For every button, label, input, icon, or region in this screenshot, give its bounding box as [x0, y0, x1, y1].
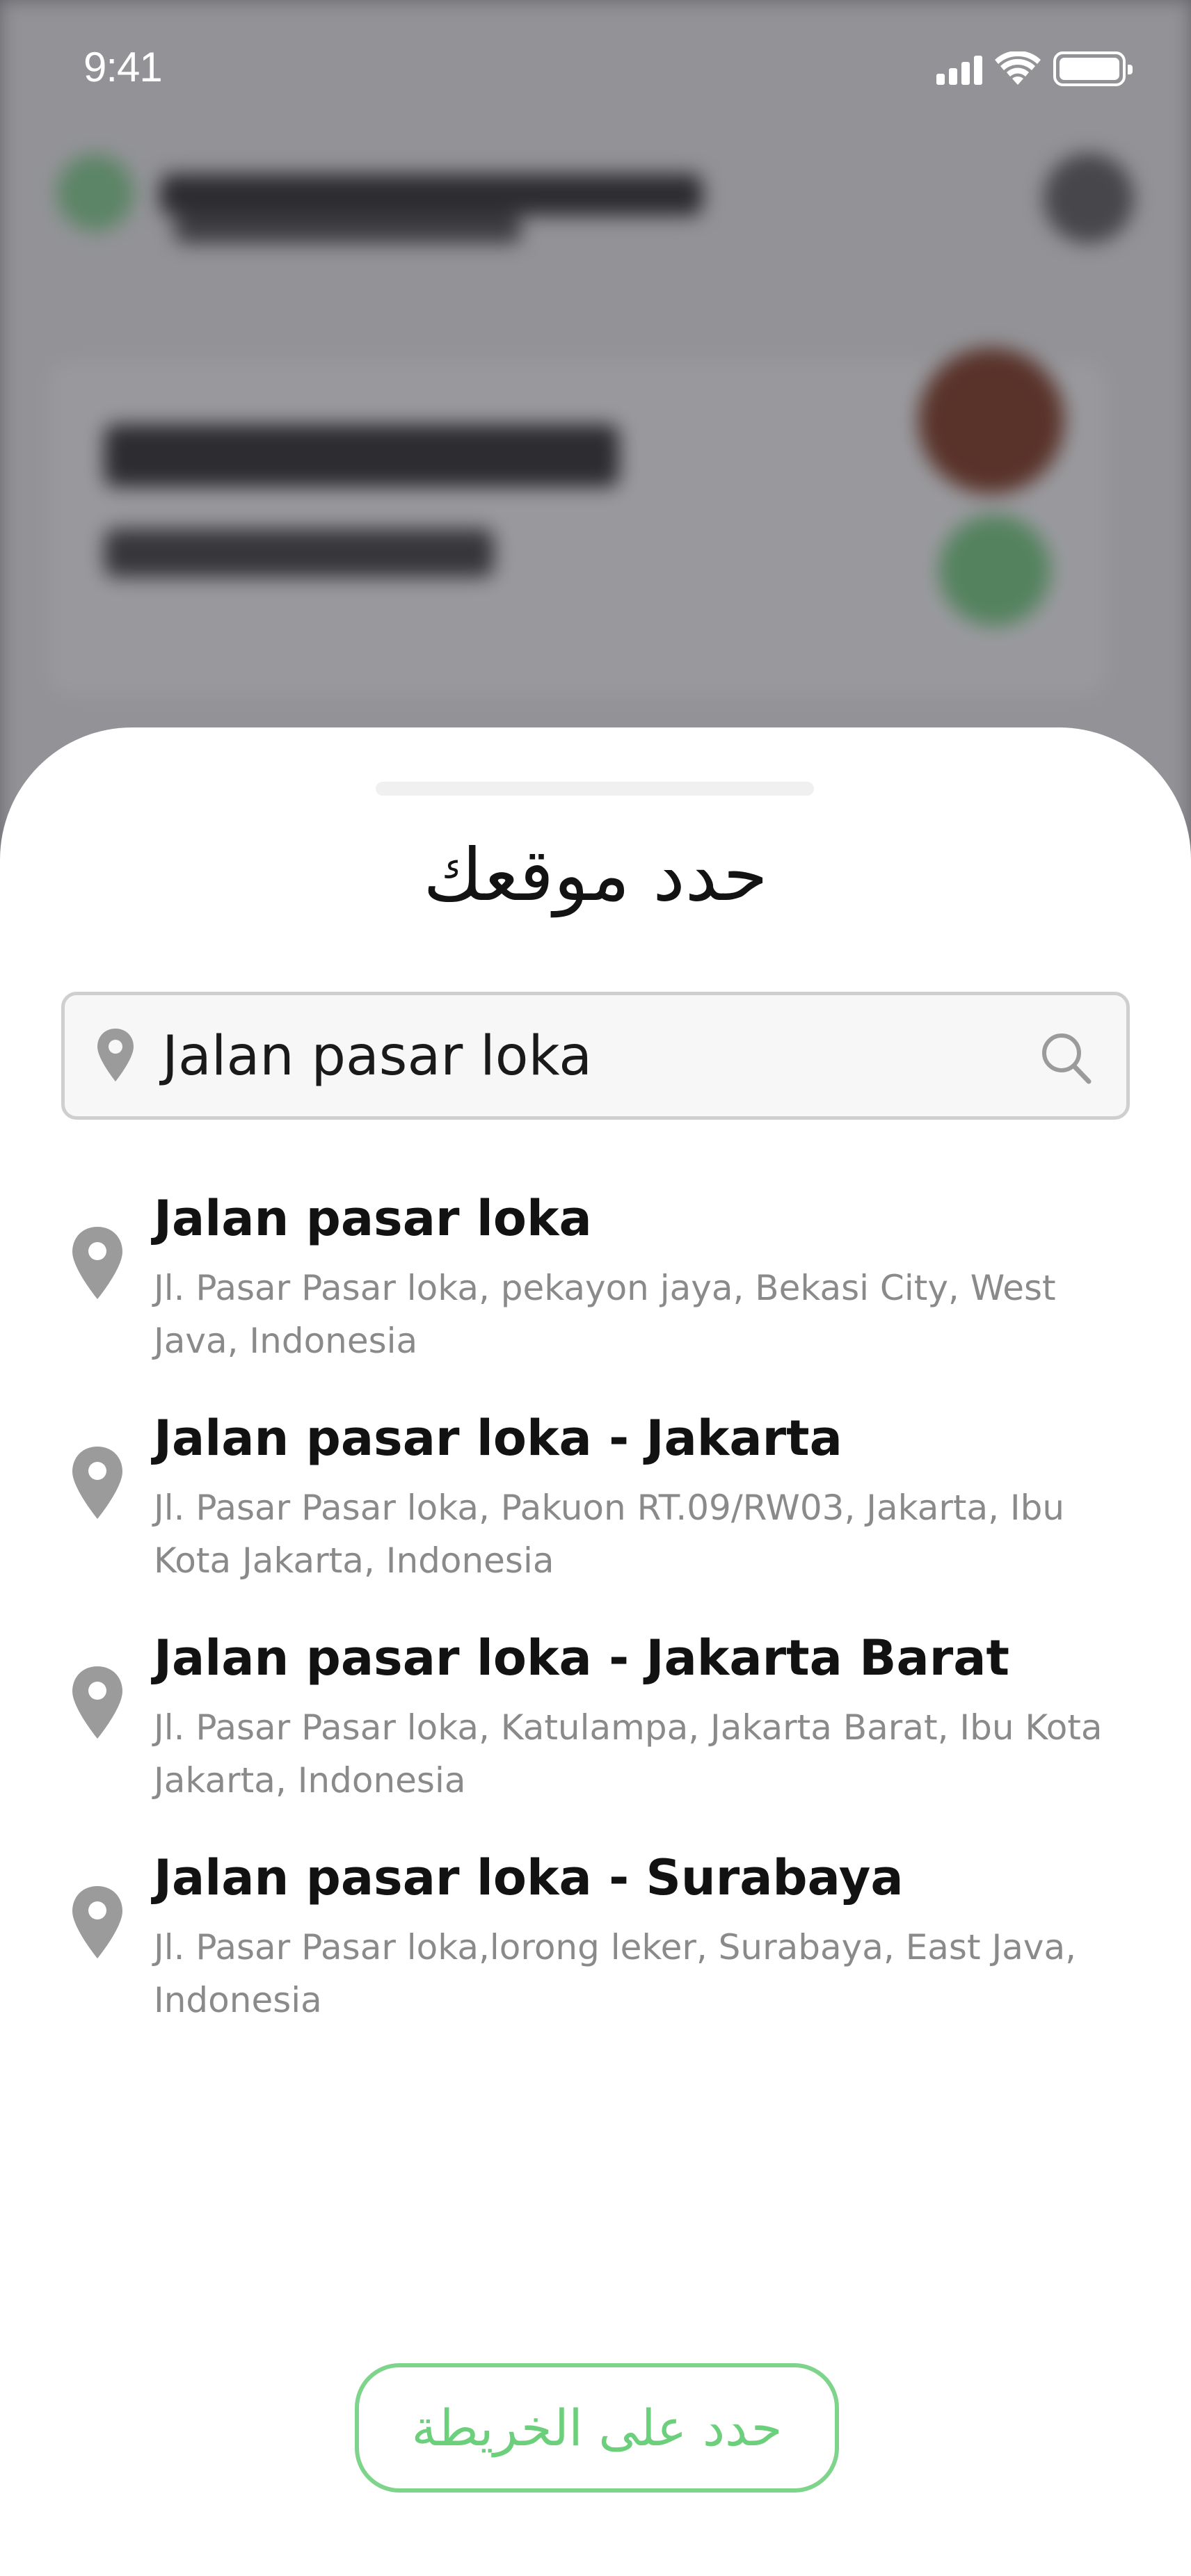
search-result-title: Jalan pasar loka [154, 1190, 592, 1247]
search-results-list: Jalan pasar loka Jl. Pasar Pasar loka, p… [0, 1173, 1191, 2052]
status-time: 9:41 [83, 44, 163, 90]
location-search-input[interactable]: Jalan pasar loka [61, 992, 1130, 1120]
location-pin-icon [72, 1447, 122, 1519]
search-icon[interactable] [1039, 1030, 1093, 1086]
search-result-item[interactable]: Jalan pasar loka - Surabaya Jl. Pasar Pa… [0, 1832, 1191, 2052]
search-result-title: Jalan pasar loka - Surabaya [154, 1849, 904, 1906]
search-result-item[interactable]: Jalan pasar loka - Jakarta Jl. Pasar Pas… [0, 1392, 1191, 1612]
location-pin-icon [72, 1886, 122, 1958]
battery-icon [1053, 51, 1133, 86]
search-result-address: Jl. Pasar Pasar loka,lorong leker, Surab… [154, 1927, 1076, 2020]
select-on-map-button[interactable]: حدد على الخريطة [355, 2363, 839, 2493]
select-on-map-label: حدد على الخريطة [411, 2399, 783, 2457]
location-pin-icon [97, 1029, 134, 1081]
search-result-item[interactable]: Jalan pasar loka - Jakarta Barat Jl. Pas… [0, 1612, 1191, 1832]
sheet-grabber[interactable] [376, 782, 814, 796]
search-result-title: Jalan pasar loka - Jakarta Barat [154, 1629, 1009, 1687]
location-pin-icon [72, 1666, 122, 1739]
sheet-title: حدد موقعك [423, 832, 768, 917]
location-pin-icon [72, 1227, 122, 1299]
search-input-value[interactable]: Jalan pasar loka [162, 1027, 592, 1087]
search-result-address: Jl. Pasar Pasar loka, Pakuon RT.09/RW03,… [154, 1488, 1065, 1581]
search-result-item[interactable]: Jalan pasar loka Jl. Pasar Pasar loka, p… [0, 1173, 1191, 1392]
wifi-icon [995, 51, 1041, 85]
cellular-signal-icon [936, 53, 982, 85]
search-result-title: Jalan pasar loka - Jakarta [154, 1410, 842, 1467]
screen: 9:41 حدد موقعك Jalan pasar loka Jalan pa… [0, 0, 1191, 2576]
search-result-address: Jl. Pasar Pasar loka, pekayon jaya, Beka… [154, 1268, 1056, 1361]
search-result-address: Jl. Pasar Pasar loka, Katulampa, Jakarta… [154, 1707, 1103, 1801]
status-bar: 9:41 [0, 0, 1191, 139]
location-bottom-sheet: حدد موقعك Jalan pasar loka Jalan pasar l… [0, 727, 1191, 2576]
status-icons [936, 51, 1133, 86]
